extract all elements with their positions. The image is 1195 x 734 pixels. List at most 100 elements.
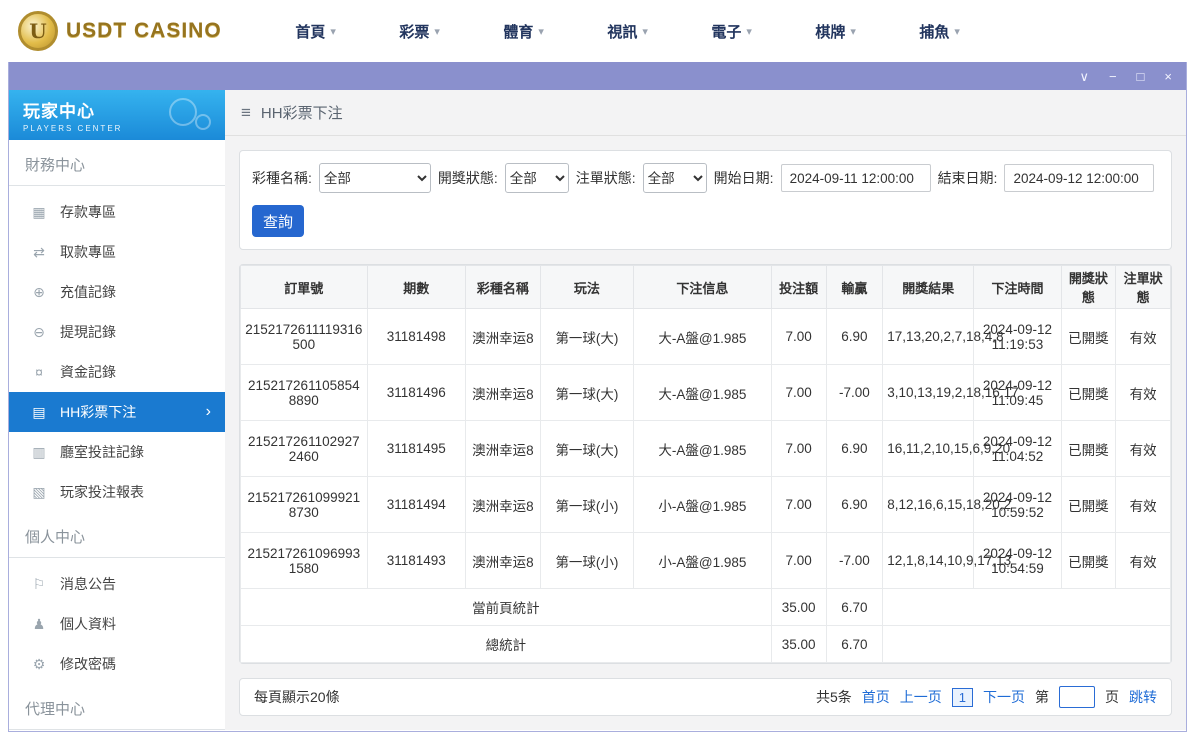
room-records-icon: ▥: [32, 443, 46, 460]
draw-status-select[interactable]: 全部: [504, 163, 569, 193]
query-button[interactable]: 查詢: [252, 205, 304, 237]
gear-icon: ⚙: [32, 655, 46, 672]
sidebar-item-change-password[interactable]: ⚙ 修改密碼: [9, 644, 225, 684]
table-row: 2152172611029272460 31181495 澳洲幸运8 第一球(大) 大-…: [240, 420, 1171, 477]
lottery-name-select[interactable]: 全部: [318, 163, 431, 193]
chevron-right-icon: ›: [205, 403, 211, 420]
maximize-button[interactable]: □: [1137, 70, 1145, 83]
table-cell: 17,13,20,2,7,18,4,8: [882, 308, 1004, 365]
nav-item-fishing[interactable]: 捕魚 ▾: [888, 21, 992, 42]
pagination-bar: 每頁顯示20條 共5条 首页 上一页 1 下一页 第 页 跳转: [239, 678, 1172, 716]
coin-logo-icon: U: [18, 11, 58, 51]
nav-item-slots[interactable]: 電子 ▾: [680, 21, 784, 42]
sidebar-item-label: 玩家投注報表: [60, 484, 144, 500]
table-cell: 31181494: [366, 476, 466, 533]
chevron-down-icon: ▾: [642, 25, 648, 38]
nav-item-live-video[interactable]: 視訊 ▾: [576, 21, 680, 42]
column-header: 投注額: [770, 265, 827, 309]
table-cell: 澳洲幸运8: [464, 308, 541, 365]
section-title-finance: 財務中心: [9, 140, 225, 186]
table-cell: 2152172611058548890: [240, 364, 368, 421]
jump-link[interactable]: 跳转: [1129, 687, 1157, 707]
report-icon: ▧: [32, 483, 46, 500]
sidebar-item-label: 資金記錄: [60, 364, 116, 380]
close-button[interactable]: ×: [1164, 70, 1172, 83]
nav-item-label: 體育: [503, 23, 534, 41]
sidebar: 玩家中心 PLAYERS CENTER 財務中心 ▦ 存款專區 ⇄ 取款專區 ⊕…: [9, 90, 225, 730]
logo-text: USDT CASINO: [66, 19, 222, 42]
chevron-down-icon: ▾: [538, 25, 544, 38]
pager: 共5条 首页 上一页 1 下一页 第 页 跳转: [816, 686, 1157, 708]
bet-status-select[interactable]: 全部: [642, 163, 707, 193]
window-titlebar: ∨ − □ ×: [9, 62, 1186, 90]
table-cell: 7.00: [770, 420, 827, 477]
lottery-bet-icon: ▤: [32, 403, 46, 420]
table-cell: 有效: [1115, 364, 1171, 421]
column-header: 期數: [366, 265, 466, 309]
start-date-input[interactable]: [780, 164, 931, 192]
table-cell: 2152172611119316500: [240, 308, 368, 365]
table-cell: 第一球(大): [539, 308, 635, 365]
nav-item-label: 彩票: [399, 23, 430, 41]
sidebar-item-label: 取款專區: [60, 244, 116, 260]
sidebar-item-label: 提現記錄: [60, 324, 116, 340]
sidebar-subtitle: PLAYERS CENTER: [23, 124, 123, 133]
column-header: 輸贏: [825, 265, 884, 309]
sidebar-item-label: 修改密碼: [60, 656, 116, 672]
sidebar-item-deposit[interactable]: ▦ 存款專區: [9, 192, 225, 232]
sidebar-item-withdraw[interactable]: ⇄ 取款專區: [9, 232, 225, 272]
end-date-input[interactable]: [1004, 164, 1155, 192]
summary-bet-total: 35.00: [770, 588, 827, 626]
nav-item-label: 捕魚: [919, 23, 950, 41]
table-cell: -7.00: [825, 364, 884, 421]
total-count: 共5条: [815, 689, 852, 705]
sidebar-item-withdrawal-records[interactable]: ⊖ 提現記錄: [9, 312, 225, 352]
table-cell: 7.00: [770, 476, 827, 533]
first-page-link[interactable]: 首页: [862, 687, 890, 707]
column-header: 注單狀態: [1115, 265, 1171, 309]
top-navigation: U USDT CASINO 首頁 ▾ 彩票 ▾ 體育 ▾ 視訊 ▾ 電子 ▾ 棋…: [0, 0, 1195, 62]
sidebar-item-room-bet-records[interactable]: ▥ 廳室投註記錄: [9, 432, 225, 472]
table-cell: 2152172611029272460: [240, 420, 368, 477]
table-cell: 6.90: [825, 308, 884, 365]
minimize-button[interactable]: −: [1109, 70, 1117, 83]
table-cell: 7.00: [770, 532, 827, 589]
lottery-name-label: 彩種名稱:: [252, 170, 312, 186]
table-cell: 已開獎: [1060, 364, 1117, 421]
sidebar-item-funds-records[interactable]: ¤ 資金記錄: [9, 352, 225, 392]
bell-icon: ⚐: [32, 575, 46, 592]
nav-item-board-games[interactable]: 棋牌 ▾: [784, 21, 888, 42]
main-menu: 首頁 ▾ 彩票 ▾ 體育 ▾ 視訊 ▾ 電子 ▾ 棋牌 ▾ 捕魚 ▾: [264, 21, 992, 42]
bets-table: 訂單號 期數 彩種名稱 玩法 下注信息 投注額 輸贏 開獎結果 下注時間 開獎狀態 注單狀態 215…: [240, 265, 1171, 663]
logo[interactable]: U USDT CASINO: [18, 11, 222, 51]
chevron-down-icon: ▾: [954, 25, 960, 38]
prev-page-link[interactable]: 上一页: [900, 687, 942, 707]
sidebar-item-profile[interactable]: ♟ 個人資料: [9, 604, 225, 644]
nav-item-home[interactable]: 首頁 ▾: [264, 21, 368, 42]
table-cell: 第一球(小): [539, 476, 635, 533]
table-cell: 31181498: [366, 308, 466, 365]
hamburger-icon[interactable]: ≡: [241, 103, 251, 123]
nav-item-sports[interactable]: 體育 ▾: [472, 21, 576, 42]
sidebar-item-recharge-records[interactable]: ⊕ 充值記錄: [9, 272, 225, 312]
table-cell: 第一球(小): [539, 532, 635, 589]
sidebar-item-announcements[interactable]: ⚐ 消息公告: [9, 564, 225, 604]
table-row: 2152172610999218730 31181494 澳洲幸运8 第一球(小) 小-…: [240, 476, 1171, 533]
table-cell: 小-A盤@1.985: [633, 532, 772, 589]
jump-suffix-label: 页: [1105, 689, 1119, 705]
table-cell: 有效: [1115, 420, 1171, 477]
nav-item-lottery[interactable]: 彩票 ▾: [368, 21, 472, 42]
collapse-button[interactable]: ∨: [1079, 70, 1089, 83]
next-page-link[interactable]: 下一页: [983, 687, 1025, 707]
sidebar-item-player-bet-report[interactable]: ▧ 玩家投注報表: [9, 472, 225, 512]
column-header: 下注信息: [633, 265, 772, 309]
current-page[interactable]: 1: [951, 687, 973, 707]
column-header: 玩法: [539, 265, 635, 309]
table-cell: 6.90: [825, 476, 884, 533]
table-row: 2152172611119316500 31181498 澳洲幸运8 第一球(大) 大-…: [240, 308, 1171, 365]
summary-row-current-page: 當前頁統計 35.00 6.70: [240, 588, 1171, 626]
sidebar-item-hh-lottery-bets[interactable]: ▤ HH彩票下注 ›: [9, 392, 225, 432]
summary-row-total: 總統計 35.00 6.70: [240, 625, 1171, 663]
page-number-input[interactable]: [1059, 686, 1095, 708]
chevron-down-icon: ▾: [330, 25, 336, 38]
